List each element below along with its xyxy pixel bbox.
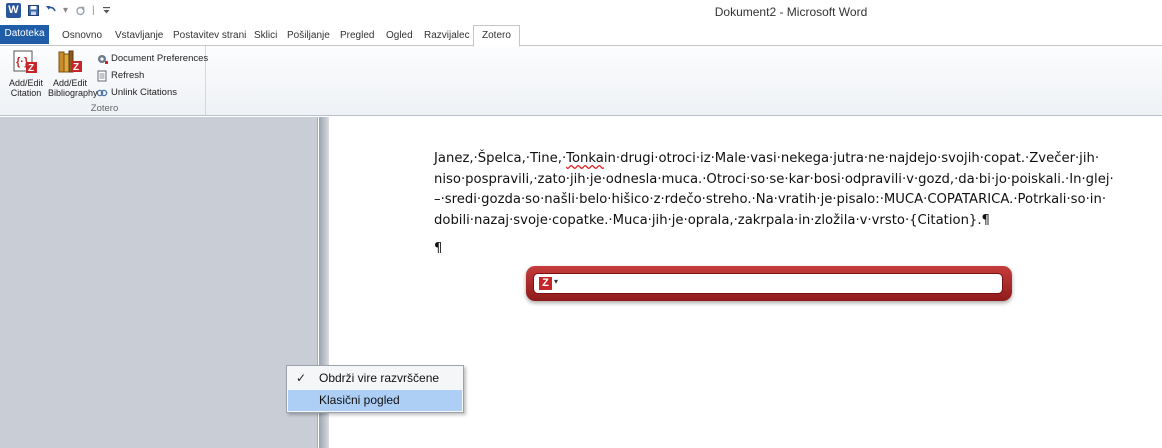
tab-vstavljanje[interactable]: Vstavljanje [115, 28, 163, 46]
context-menu: ✓ Obdrži vire razvrščene Klasični pogled [286, 365, 464, 413]
svg-text:Z: Z [28, 63, 34, 74]
document-line-4: dobili·nazaj·svoje·copatke.·Muca·jih·je·… [434, 212, 990, 228]
unlink-icon [96, 87, 108, 99]
svg-text:Z: Z [73, 62, 79, 73]
refresh-icon [96, 70, 108, 82]
tab-postavitev-strani[interactable]: Postavitev strani [173, 28, 246, 46]
menu-item-classic-view[interactable]: Klasični pogled [288, 390, 462, 411]
document-line-1: Janez,·Špelca,·Tine,·Tonkain·drugi·otroc… [434, 149, 1134, 170]
zotero-ribbon-group: {·} Z Add/Edit Citation Z Add/Edit Bibli… [4, 46, 208, 115]
document-line-3: –·sredi·gozda·so·našli·belo·hišico·z·rde… [434, 192, 1107, 207]
document-line-1-start: Janez,·Špelca,·Tine,· [434, 151, 567, 166]
bibliography-icon: Z [56, 49, 84, 75]
add-edit-bibliography-label: Add/Edit Bibliography [48, 78, 98, 98]
zotero-menu-icon[interactable]: Z [539, 277, 552, 290]
tab-pregled[interactable]: Pregled [340, 28, 374, 46]
menu-item-keep-sources-sorted[interactable]: ✓ Obdrži vire razvrščene [288, 368, 462, 389]
checkmark-icon: ✓ [296, 371, 307, 385]
tab-sklici[interactable]: Sklici [254, 28, 277, 46]
window-title: Dokument2 - Microsoft Word [714, 5, 868, 19]
chevron-down-icon[interactable]: ▾ [554, 277, 558, 286]
zotero-group-label: Zotero [90, 103, 119, 114]
navigation-pane [0, 117, 318, 448]
misspelled-word[interactable]: Tonka [566, 151, 604, 166]
tab-zotero[interactable]: Zotero [473, 25, 520, 47]
document-line-1-end: in·drugi·otroci·iz·Male·vasi·nekega·jutr… [603, 151, 1100, 166]
document-paragraph[interactable]: Janez,·Špelca,·Tine,·Tonkain·drugi·otroc… [434, 149, 1134, 231]
document-preferences-button[interactable]: Document Preferences [96, 50, 208, 67]
ribbon: {·} Z Add/Edit Citation Z Add/Edit Bibli… [0, 46, 1162, 116]
citation-icon: {·} Z [12, 49, 40, 75]
ribbon-tabs: Datoteka Osnovno Vstavljanje Postavitev … [0, 22, 1162, 47]
menu-item-label: Obdrži vire razvrščene [319, 371, 440, 385]
add-edit-citation-button[interactable]: {·} Z Add/Edit Citation [6, 49, 46, 98]
zotero-small-buttons: Document Preferences Refresh Unlink Cita… [96, 50, 208, 101]
unlink-citations-label: Unlink Citations [111, 87, 177, 98]
tab-ogled[interactable]: Ogled [386, 28, 413, 46]
document-preferences-label: Document Preferences [111, 53, 209, 64]
menu-item-label: Klasični pogled [319, 393, 400, 407]
zotero-quick-format-dialog: Z ▾ [526, 266, 1012, 301]
refresh-label: Refresh [111, 70, 145, 81]
tab-osnovno[interactable]: Osnovno [62, 28, 102, 46]
add-edit-bibliography-button[interactable]: Z Add/Edit Bibliography [48, 49, 98, 98]
refresh-button[interactable]: Refresh [96, 67, 208, 84]
quick-format-search-input[interactable]: Z ▾ [533, 273, 1003, 294]
document-line-2: niso·pospravili,·zato·jih·je·odnesla·muc… [434, 171, 1114, 187]
unlink-citations-button[interactable]: Unlink Citations [96, 84, 208, 101]
tab-datoteka[interactable]: Datoteka [0, 25, 49, 44]
add-edit-citation-label: Add/Edit Citation [8, 78, 44, 98]
gear-icon [96, 53, 108, 65]
tab-razvijalec[interactable]: Razvijalec [424, 28, 470, 46]
title-bar: W ▾ | Dokument2 - Microsoft Word [0, 0, 1162, 22]
empty-paragraph-mark[interactable]: ¶ [434, 241, 442, 256]
tab-posiljanje[interactable]: Pošiljanje [287, 28, 330, 46]
